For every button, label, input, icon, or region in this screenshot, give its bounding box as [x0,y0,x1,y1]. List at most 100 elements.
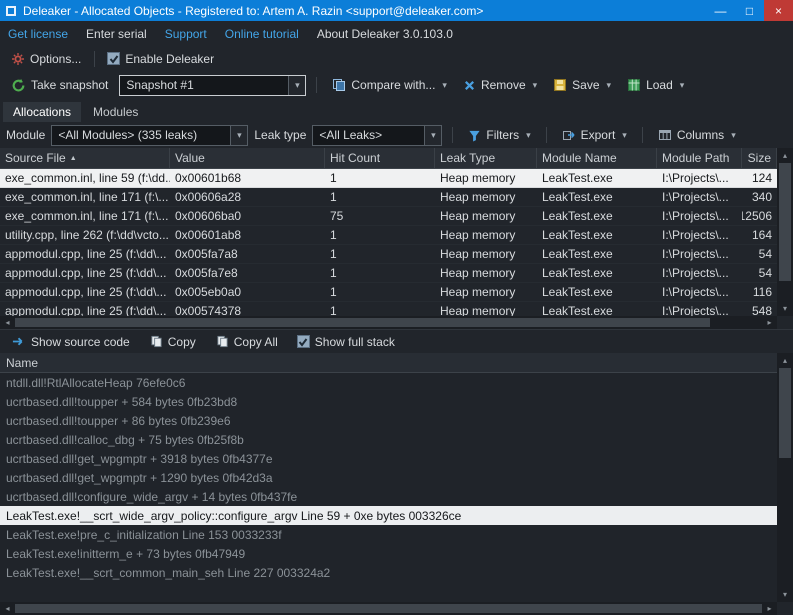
stack-frame-row[interactable]: ucrtbased.dll!toupper + 584 bytes 0fb23b… [0,392,777,411]
stack-frame-row[interactable]: LeakTest.exe!pre_c_initialization Line 1… [0,525,777,544]
cell-hit-count: 1 [330,171,337,185]
table-row[interactable]: appmodul.cpp, line 25 (f:\dd\... 0x005eb… [0,283,777,302]
scroll-up-icon[interactable]: ▴ [777,353,793,368]
allocations-vertical-scrollbar[interactable]: ▴ ▾ [777,148,793,316]
scrollbar-thumb[interactable] [779,163,791,281]
stack-frame-row[interactable]: ucrtbased.dll!configure_wide_argv + 14 b… [0,487,777,506]
scrollbar-track[interactable] [779,163,791,301]
module-filter-select[interactable]: <All Modules> (335 leaks) ▾ [51,124,249,146]
column-header-leak-type[interactable]: Leak Type [435,148,537,168]
stack-vertical-scrollbar[interactable]: ▴ ▾ [777,353,793,602]
scroll-left-icon[interactable]: ◂ [0,316,15,329]
stack-frame-row[interactable]: ucrtbased.dll!calloc_dbg + 75 bytes 0fb2… [0,430,777,449]
scrollbar-track[interactable] [15,318,762,327]
column-label: Source File [5,151,66,165]
column-header-value[interactable]: Value [170,148,325,168]
column-header-size[interactable]: Size [742,148,777,168]
load-button[interactable]: Load ▾ [622,76,689,94]
columns-button[interactable]: Columns ▾ [653,126,741,144]
column-header-module-path[interactable]: Module Path [657,148,742,168]
scroll-right-icon[interactable]: ▸ [762,316,777,329]
copy-all-button[interactable]: Copy All [211,333,283,351]
scrollbar-thumb[interactable] [15,318,710,327]
cell-source-file: exe_common.inl, line 171 (f:\... [5,190,169,204]
leak-type-filter-label: Leak type [254,128,307,142]
show-full-stack-checkbox[interactable]: Show full stack [293,335,399,349]
maximize-button[interactable]: □ [735,0,764,21]
allocations-horizontal-scrollbar[interactable]: ◂ ▸ [0,316,793,329]
window-title: Deleaker - Allocated Objects - Registere… [23,3,484,18]
save-button[interactable]: Save ▾ [548,76,616,94]
menu-enter-serial[interactable]: Enter serial [86,27,147,41]
scrollbar-track[interactable] [15,604,762,613]
menu-support[interactable]: Support [165,27,207,41]
stack-frames: ntdll.dll!RtlAllocateHeap 76efe0c6 ucrtb… [0,373,777,602]
stack-frame-row-selected[interactable]: LeakTest.exe!__scrt_wide_argv_policy::co… [0,506,777,525]
module-filter-value: <All Modules> (335 leaks) [58,128,198,142]
scrollbar-thumb[interactable] [15,604,762,613]
column-header-source-file[interactable]: Source File ▲ [0,148,170,168]
enable-deleaker-checkbox[interactable]: Enable Deleaker [103,52,218,66]
scroll-down-icon[interactable]: ▾ [777,587,793,602]
stack-frame-row[interactable]: ucrtbased.dll!get_wpgmptr + 1290 bytes 0… [0,468,777,487]
cell-size: 548 [751,304,772,316]
copy-button[interactable]: Copy [145,333,201,351]
chevron-down-icon: ▾ [424,125,442,145]
copy-all-icon [216,335,229,348]
stack-frame-row[interactable]: LeakTest.exe!initterm_e + 73 bytes 0fb47… [0,544,777,563]
table-row[interactable]: exe_common.inl, line 171 (f:\... 0x00606… [0,207,777,226]
take-snapshot-button[interactable]: Take snapshot [6,76,113,95]
scroll-down-icon[interactable]: ▾ [777,301,793,316]
table-row[interactable]: exe_common.inl, line 59 (f:\dd... 0x0060… [0,169,777,188]
stack-horizontal-scrollbar[interactable]: ◂ ▸ [0,602,793,615]
tab-modules[interactable]: Modules [83,102,148,122]
stack-frame-row[interactable]: LeakTest.exe!__scrt_common_main_seh Line… [0,563,777,582]
compare-with-button[interactable]: Compare with... ▾ [327,76,452,94]
titlebar[interactable]: Deleaker - Allocated Objects - Registere… [0,0,793,21]
scrollbar-thumb[interactable] [779,368,791,458]
stack-frame-row[interactable]: ucrtbased.dll!toupper + 86 bytes 0fb239e… [0,411,777,430]
table-row[interactable]: appmodul.cpp, line 25 (f:\dd\... 0x00574… [0,302,777,316]
show-source-code-button[interactable]: Show source code [6,333,135,351]
scroll-left-icon[interactable]: ◂ [0,602,15,615]
table-row[interactable]: appmodul.cpp, line 25 (f:\dd\... 0x005fa… [0,264,777,283]
stack-column-header-name[interactable]: Name [0,353,777,373]
remove-button[interactable]: Remove ▾ [458,76,542,94]
cell-value: 0x00606ba0 [175,209,242,223]
table-row[interactable]: utility.cpp, line 262 (f:\dd\vcto... 0x0… [0,226,777,245]
menu-online-tutorial[interactable]: Online tutorial [225,27,299,41]
filters-button[interactable]: Filters ▾ [463,126,535,144]
column-header-hit-count[interactable]: Hit Count [325,148,435,168]
menu-about[interactable]: About Deleaker 3.0.103.0 [317,27,453,41]
stack-frame-row[interactable]: ntdll.dll!RtlAllocateHeap 76efe0c6 [0,373,777,392]
scrollbar-track[interactable] [779,368,791,587]
menu-get-license[interactable]: Get license [8,27,68,41]
stack-toolbar: Show source code Copy Copy All Show full… [0,329,793,353]
export-button[interactable]: Export ▾ [557,126,632,144]
column-label: Size [747,151,771,165]
close-button[interactable]: × [764,0,793,21]
snapshot-select[interactable]: Snapshot #1 ▾ [119,74,307,96]
cell-leak-type: Heap memory [440,285,516,299]
column-label: Hit Count [330,151,381,165]
snapshot-toolbar: Take snapshot Snapshot #1 ▾ Compare with… [0,71,793,99]
column-header-module-name[interactable]: Module Name [537,148,657,168]
options-button[interactable]: Options... [6,50,86,68]
cell-hit-count: 1 [330,190,337,204]
stack-frame-row[interactable]: ucrtbased.dll!get_wpgmptr + 3918 bytes 0… [0,449,777,468]
cell-module-name: LeakTest.exe [542,228,613,242]
minimize-button[interactable]: — [706,0,735,21]
cell-leak-type: Heap memory [440,228,516,242]
view-tabs: Allocations Modules [0,99,793,122]
scroll-right-icon[interactable]: ▸ [762,602,777,615]
app-icon[interactable] [5,5,17,17]
save-disk-icon [553,78,567,92]
tab-allocations[interactable]: Allocations [3,102,82,122]
scroll-up-icon[interactable]: ▴ [777,148,793,163]
chevron-down-icon: ▾ [622,129,627,140]
table-row[interactable]: exe_common.inl, line 171 (f:\... 0x00606… [0,188,777,207]
cell-module-path: I:\Projects\... [662,190,729,204]
chevron-down-icon: ▾ [731,129,736,140]
table-row[interactable]: appmodul.cpp, line 25 (f:\dd\... 0x005fa… [0,245,777,264]
leak-type-filter-select[interactable]: <All Leaks> ▾ [312,124,443,146]
